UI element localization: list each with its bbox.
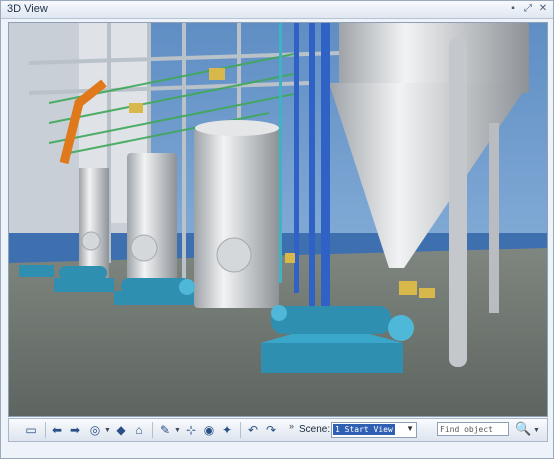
overflow-chevron-icon[interactable]: » [289, 421, 294, 431]
home-view-icon[interactable]: ⌂ [131, 422, 147, 438]
undo-icon[interactable]: ↶ [245, 422, 261, 438]
panel-title: 3D View [7, 3, 48, 15]
3d-view-panel: 3D View ▪ ⤢ ✕ ▭ ⬅ ➡ ◎ ▼ ◆ ⌂ ✎ ▼ ⊹ ◉ ✦ ↶ … [0, 0, 554, 459]
3d-scene-viewport[interactable] [8, 22, 548, 417]
toolbar-separator [240, 422, 241, 438]
toolbar-separator [45, 422, 46, 438]
forward-arrow-icon[interactable]: ➡ [67, 422, 83, 438]
chevron-down-icon[interactable]: ▼ [174, 427, 181, 434]
find-object-input[interactable]: Find object [437, 422, 509, 436]
scene-select-value: 1 Start View [333, 424, 395, 435]
panel-titlebar: 3D View ▪ ⤢ ✕ [1, 1, 553, 19]
titlebar-controls: ▪ ⤢ ✕ [507, 3, 549, 15]
back-arrow-icon[interactable]: ⬅ [49, 422, 65, 438]
xyz-axis-icon[interactable]: ⊹ [183, 422, 199, 438]
measure-tool-icon[interactable]: ✎ [157, 422, 173, 438]
navigate-mode-icon[interactable]: ◎ [87, 422, 103, 438]
redo-icon[interactable]: ↷ [263, 422, 279, 438]
select-tool-icon[interactable]: ✦ [219, 422, 235, 438]
maximize-icon[interactable]: ⤢ [522, 3, 534, 15]
search-icon[interactable]: 🔍 [515, 421, 531, 437]
chevron-down-icon[interactable]: ▼ [104, 427, 111, 434]
view-toolbar: ▭ ⬅ ➡ ◎ ▼ ◆ ⌂ ✎ ▼ ⊹ ◉ ✦ ↶ ↷ » Scene: 1 S… [8, 418, 548, 442]
section-view-icon[interactable]: ◉ [201, 422, 217, 438]
toolbar-separator [152, 422, 153, 438]
view-mode-icon[interactable]: ▭ [23, 422, 39, 438]
chevron-down-icon[interactable]: ▼ [406, 424, 414, 433]
pin-icon[interactable]: ▪ [507, 3, 519, 15]
chevron-down-icon[interactable]: ▼ [533, 427, 540, 434]
scene-label: Scene: [299, 424, 331, 435]
cube-view-icon[interactable]: ◆ [113, 422, 129, 438]
close-icon[interactable]: ✕ [537, 3, 549, 15]
scene-select[interactable]: 1 Start View ▼ [331, 422, 417, 438]
